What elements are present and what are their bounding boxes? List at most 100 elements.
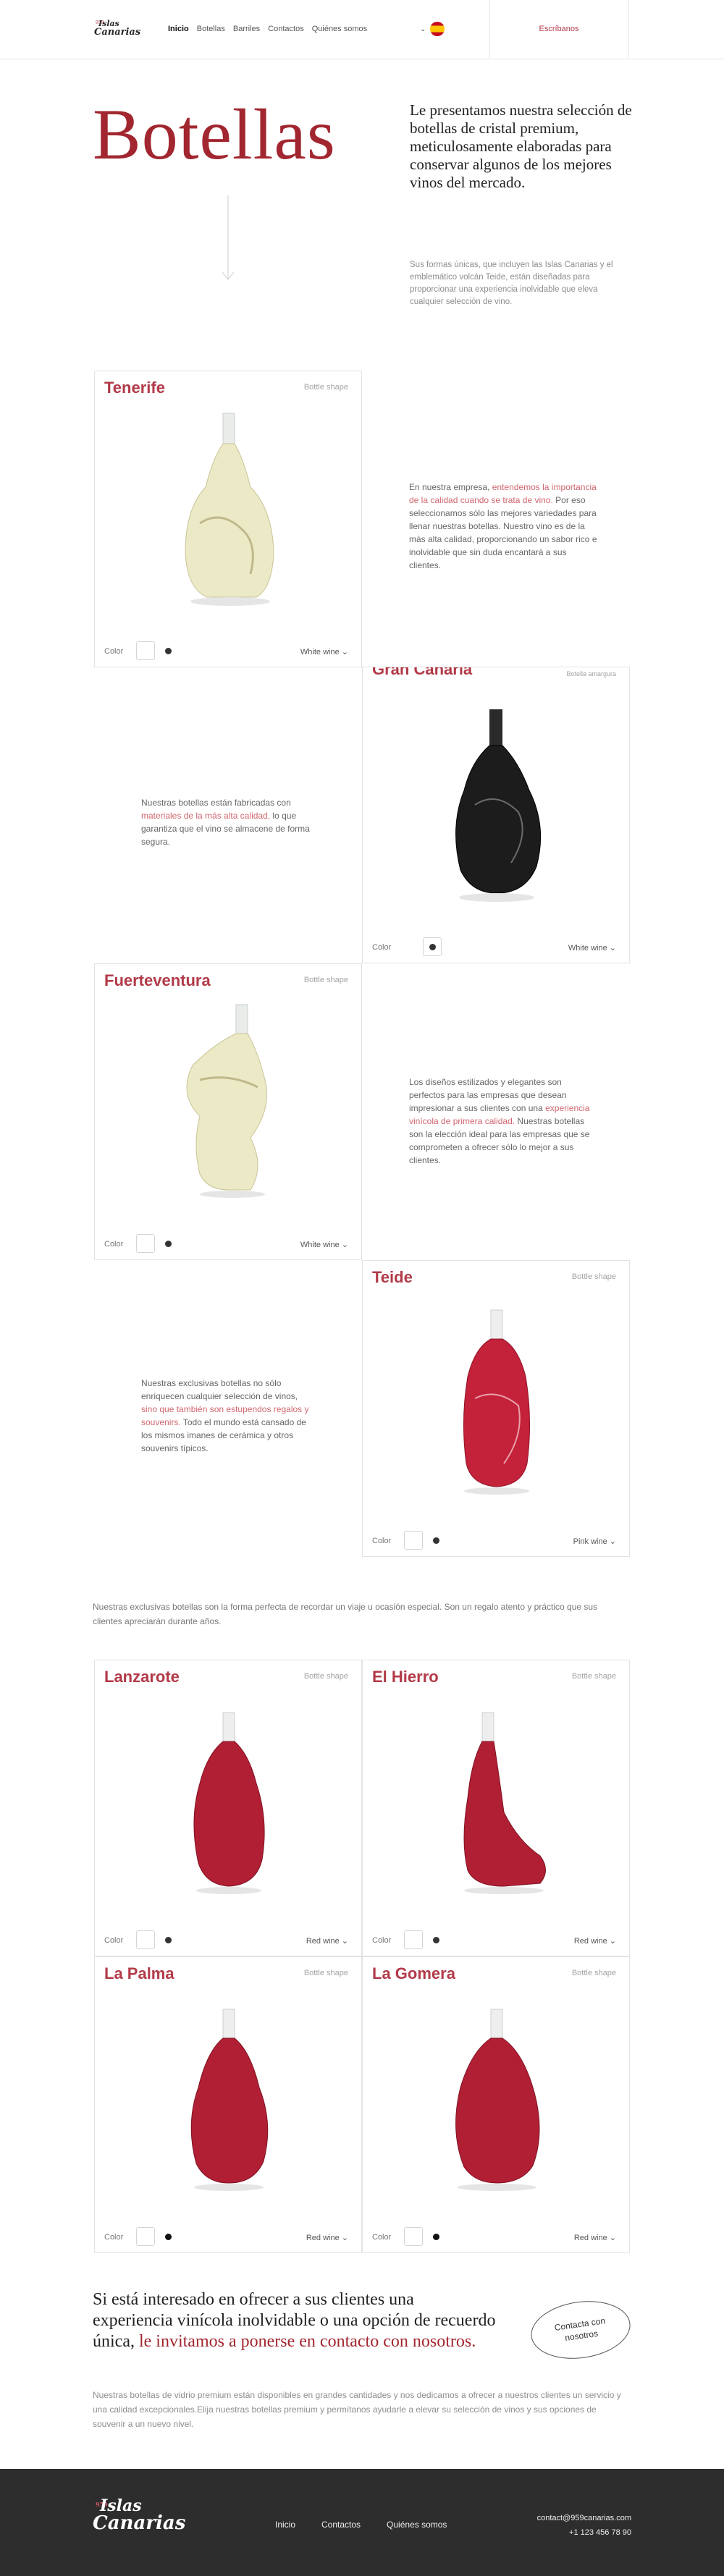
- bottle-name: La Gomera: [372, 1964, 455, 1982]
- wine-type-select[interactable]: White wine ⌄: [300, 647, 348, 656]
- wine-type-value: Red wine: [306, 2234, 340, 2242]
- wine-type-select[interactable]: Red wine ⌄: [574, 1936, 616, 1946]
- footer-email[interactable]: contact@959canarias.com: [537, 2511, 631, 2525]
- bottle-name: El Hierro: [372, 1668, 439, 1686]
- header-divider: [628, 0, 629, 59]
- color-swatch-dark[interactable]: [165, 648, 172, 654]
- color-swatch-dark[interactable]: [429, 944, 436, 950]
- bottle-card-gran-canaria[interactable]: Gran Canaria Botella amargura Color Whit…: [362, 667, 630, 963]
- chevron-down-icon: ⌄: [609, 1937, 616, 1946]
- wine-type-select[interactable]: Pink wine ⌄: [573, 1537, 616, 1546]
- cta-highlight: le invitamos a ponerse en contacto con n…: [138, 2332, 476, 2351]
- color-swatch-dark[interactable]: [165, 1241, 172, 1247]
- souvenir-note: Nuestras exclusivas botellas son la form…: [93, 1602, 598, 1626]
- color-swatch-clear[interactable]: [404, 1531, 423, 1550]
- bottle-image: [193, 1712, 265, 1894]
- wine-type-select[interactable]: White wine ⌄: [568, 943, 616, 953]
- bottle-card-lanzarote[interactable]: Lanzarote Bottle shape Color Red wine ⌄: [94, 1660, 362, 1956]
- bottle-name: Gran Canaria: [372, 667, 473, 678]
- description-materials: Nuestras botellas están fabricadas con m…: [141, 796, 315, 848]
- wine-type-value: Red wine: [573, 2234, 607, 2242]
- wine-type-value: White wine: [568, 944, 607, 953]
- color-swatch-clear[interactable]: [136, 1930, 155, 1949]
- wine-type-select[interactable]: Red wine ⌄: [306, 1936, 348, 1946]
- footer-nav-quienes-somos[interactable]: Quiénes somos: [387, 2520, 447, 2530]
- bottle-card-la-palma[interactable]: La Palma Bottle shape Color Red wine ⌄: [94, 1956, 362, 2253]
- bottle-shape-label: Bottle shape: [571, 1672, 616, 1681]
- bottle-image: [190, 2009, 269, 2191]
- color-swatch-dark[interactable]: [433, 1937, 439, 1943]
- bottle-name: Fuerteventura: [104, 971, 211, 989]
- color-swatch-dark[interactable]: [433, 1537, 439, 1544]
- arrow-down-icon: [222, 195, 235, 280]
- desc-text: En nuestra empresa,: [409, 482, 492, 492]
- bottle-shape-label: Botella amargura: [566, 670, 616, 677]
- wine-type-value: White wine: [300, 648, 340, 656]
- bottle-image: [455, 709, 542, 902]
- desc-text: Los diseños estilizados y elegantes son …: [409, 1077, 567, 1113]
- wine-type-value: Red wine: [306, 1937, 340, 1946]
- color-label: Color: [104, 647, 124, 656]
- bottle-card-tenerife[interactable]: Tenerife Bottle shape Color White wine ⌄: [94, 371, 362, 667]
- footer-contact: contact@959canarias.com +1 123 456 78 90: [537, 2511, 631, 2540]
- description-design: Los diseños estilizados y elegantes son …: [409, 1076, 597, 1167]
- bottle-shape-label: Bottle shape: [571, 1272, 616, 1281]
- chevron-down-icon: ⌄: [341, 648, 348, 656]
- hero-subtitle: Sus formas únicas, que incluyen las Isla…: [410, 261, 613, 306]
- bottle-shape-label: Bottle shape: [303, 1969, 348, 1977]
- bottle-card-el-hierro[interactable]: El Hierro Bottle shape Color Red wine ⌄: [362, 1660, 630, 1956]
- bottle-shape-label: Bottle shape: [571, 1969, 616, 1977]
- nav-item-quienes-somos[interactable]: Quiénes somos: [312, 25, 367, 33]
- footer-nav: Inicio Contactos Quiénes somos: [275, 2520, 447, 2530]
- footer-nav-inicio[interactable]: Inicio: [275, 2520, 295, 2530]
- nav-item-botellas[interactable]: Botellas: [197, 25, 225, 33]
- bottle-shape-label: Bottle shape: [303, 1672, 348, 1681]
- site-footer: 959 Islas Canarias Inicio Contactos Quié…: [0, 2469, 724, 2576]
- bottle-name: Lanzarote: [104, 1668, 180, 1686]
- bottle-card-la-gomera[interactable]: La Gomera Bottle shape Color Red wine ⌄: [362, 1956, 630, 2253]
- wine-type-value: White wine: [300, 1241, 340, 1249]
- wine-type-select[interactable]: Red wine ⌄: [306, 2233, 348, 2242]
- language-selector[interactable]: ⌄: [420, 22, 445, 36]
- color-swatch-clear[interactable]: [404, 2227, 423, 2246]
- logo[interactable]: 959 Islas Canarias: [94, 19, 140, 41]
- wine-type-select[interactable]: Red wine ⌄: [574, 2233, 616, 2242]
- description-souvenirs: Nuestras exclusivas botellas no sólo enr…: [141, 1377, 315, 1455]
- bottle-name: La Palma: [104, 1964, 174, 1982]
- color-label: Color: [372, 943, 392, 952]
- hero-lead: Le presentamos nuestra selección de bote…: [410, 101, 632, 191]
- nav-item-contactos[interactable]: Contactos: [268, 25, 304, 33]
- main-nav: Inicio Botellas Barriles Contactos Quién…: [168, 25, 367, 33]
- footer-phone[interactable]: +1 123 456 78 90: [537, 2525, 631, 2540]
- bottle-card-fuerteventura[interactable]: Fuerteventura Bottle shape Color White w…: [94, 963, 362, 1260]
- bottle-image: [186, 1004, 267, 1198]
- color-swatch-clear[interactable]: [136, 2227, 155, 2246]
- wine-type-value: Pink wine: [573, 1537, 607, 1546]
- chevron-down-icon: ⌄: [341, 2234, 348, 2242]
- bottle-image: [455, 2009, 540, 2191]
- bottle-name: Teide: [372, 1268, 413, 1286]
- chevron-down-icon: ⌄: [420, 25, 426, 33]
- chevron-down-icon: ⌄: [609, 2234, 616, 2242]
- page-title: Botellas: [93, 94, 336, 174]
- nav-item-barriles[interactable]: Barriles: [233, 25, 260, 33]
- write-us-link[interactable]: Escríbanos: [489, 25, 628, 33]
- color-swatch-dark[interactable]: [433, 2234, 439, 2240]
- desc-text: Nuestras exclusivas botellas no sólo enr…: [141, 1378, 298, 1401]
- contact-us-button[interactable]: Contacta con nosotros: [527, 2294, 634, 2365]
- color-swatch-clear[interactable]: [136, 1234, 155, 1253]
- color-label: Color: [104, 1240, 124, 1249]
- color-swatch-dark[interactable]: [165, 2234, 172, 2240]
- color-swatch-clear[interactable]: [136, 641, 155, 660]
- bottle-image: [463, 1712, 546, 1894]
- bottle-name: Tenerife: [104, 379, 165, 397]
- nav-item-inicio[interactable]: Inicio: [168, 25, 189, 33]
- bottle-card-teide[interactable]: Teide Bottle shape Color Pink wine ⌄: [362, 1260, 630, 1557]
- color-swatch-dark[interactable]: [165, 1937, 172, 1943]
- site-header: 959 Islas Canarias Inicio Botellas Barri…: [0, 0, 724, 59]
- footer-nav-contactos[interactable]: Contactos: [321, 2520, 361, 2530]
- wine-type-select[interactable]: White wine ⌄: [300, 1240, 348, 1249]
- desc-text: Por eso seleccionamos sólo las mejores v…: [409, 495, 597, 570]
- logo-line2: Canarias: [93, 2512, 186, 2534]
- color-swatch-clear[interactable]: [404, 1930, 423, 1949]
